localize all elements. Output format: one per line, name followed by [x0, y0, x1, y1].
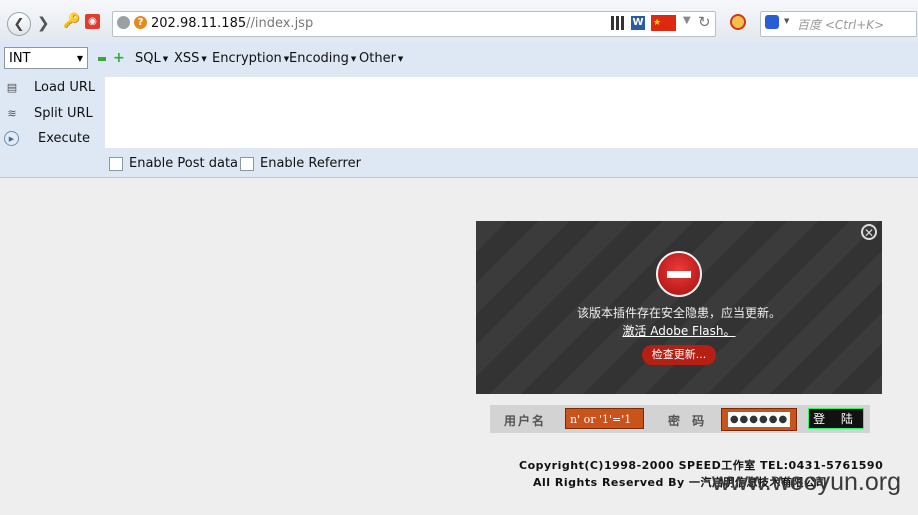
- blocked-icon[interactable]: [730, 14, 746, 30]
- stop-icon: [656, 251, 702, 297]
- split-url-icon: ≋: [7, 106, 17, 120]
- url-textarea[interactable]: [104, 76, 918, 149]
- search-placeholder: 百度 <Ctrl+K>: [797, 18, 885, 32]
- site-identity-icon[interactable]: [117, 16, 130, 29]
- password-label: 密 码: [668, 414, 709, 428]
- decrease-icon[interactable]: [98, 57, 106, 61]
- watermark: www.wooyun.org: [712, 468, 901, 496]
- activate-flash-link[interactable]: 激活 Adobe Flash。: [476, 322, 882, 339]
- enable-post-checkbox[interactable]: Enable Post data: [109, 156, 238, 171]
- login-button[interactable]: 登 陆: [808, 408, 864, 429]
- menu-encryption[interactable]: Encryption ▼: [212, 51, 289, 66]
- username-input[interactable]: n' or '1'='1: [565, 408, 644, 429]
- execute-button[interactable]: ▶ Execute: [4, 131, 90, 146]
- execute-icon: ▶: [4, 131, 19, 146]
- type-select[interactable]: INT ▼: [4, 47, 88, 69]
- flash-warning-text: 该版本插件存在安全隐患，应当更新。: [576, 306, 781, 320]
- menu-encoding[interactable]: Encoding ▼: [289, 51, 356, 66]
- search-engine-icon[interactable]: 🐾: [765, 15, 779, 29]
- shield-icon[interactable]: ◉: [85, 14, 100, 29]
- username-label: 用户名: [504, 414, 547, 428]
- check-update-button[interactable]: 检查更新...: [642, 345, 716, 365]
- split-url-button[interactable]: ≋ Split URL: [4, 105, 92, 121]
- back-button[interactable]: ❮: [7, 12, 31, 36]
- key-icon[interactable]: 🔑: [63, 13, 80, 29]
- china-flag-icon[interactable]: ★: [651, 15, 676, 31]
- menu-other[interactable]: Other ▼: [359, 51, 403, 66]
- increase-icon[interactable]: +: [113, 50, 125, 66]
- search-engine-dropdown-icon[interactable]: ▼: [784, 17, 789, 25]
- word-icon[interactable]: W: [631, 16, 645, 30]
- forward-icon[interactable]: ❯: [37, 14, 50, 32]
- checkbox[interactable]: [109, 156, 123, 171]
- reload-icon[interactable]: ↻: [698, 13, 711, 31]
- load-url-icon: ▤: [6, 80, 18, 94]
- close-icon[interactable]: ✕: [861, 224, 877, 240]
- dropdown-icon[interactable]: ▼: [683, 15, 691, 26]
- load-url-button[interactable]: ▤ Load URL: [4, 79, 95, 95]
- menu-xss[interactable]: XSS ▼: [174, 51, 207, 66]
- menu-sql[interactable]: SQL ▼: [135, 51, 168, 66]
- password-input[interactable]: ●●●●●●: [721, 408, 797, 431]
- enable-referrer-checkbox[interactable]: Enable Referrer: [240, 156, 361, 171]
- checkbox[interactable]: [240, 156, 254, 171]
- select-arrow-icon: ▼: [76, 53, 83, 63]
- qr-icon[interactable]: [611, 16, 625, 30]
- info-icon[interactable]: ?: [134, 16, 147, 29]
- url-text[interactable]: 202.98.11.185//index.jsp: [151, 16, 313, 31]
- back-icon: ❮: [13, 16, 25, 32]
